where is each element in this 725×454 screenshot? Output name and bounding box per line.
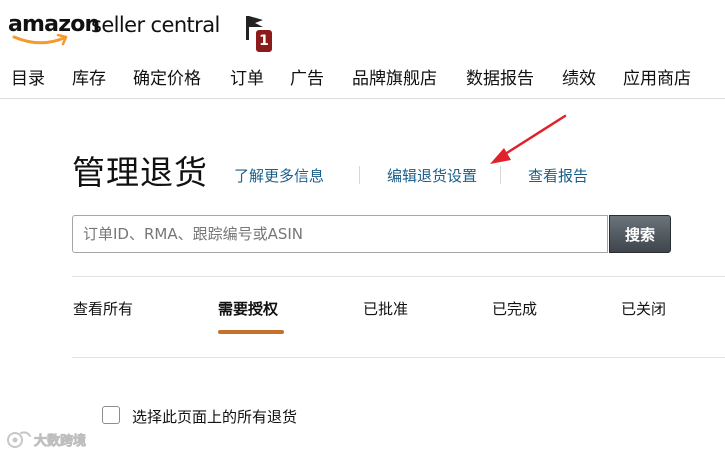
amazon-seller-central-logo[interactable]: amazon seller central <box>8 12 223 46</box>
select-all-checkbox[interactable] <box>102 406 120 424</box>
tab-approved[interactable]: 已批准 <box>363 298 408 319</box>
section-divider <box>72 276 725 277</box>
annotation-arrow-icon <box>490 114 567 164</box>
nav-item-appstore[interactable]: 应用商店 <box>623 64 691 89</box>
tab-view-all[interactable]: 查看所有 <box>73 298 133 319</box>
nav-item-reports[interactable]: 数据报告 <box>466 64 534 89</box>
main-navigation: 目录 库存 确定价格 订单 广告 品牌旗舰店 数据报告 绩效 应用商店 <box>0 58 725 99</box>
nav-item-advertising[interactable]: 广告 <box>290 64 324 89</box>
logo-product-text: seller central <box>91 13 220 37</box>
link-separator <box>359 166 360 184</box>
nav-item-pricing[interactable]: 确定价格 <box>133 64 201 89</box>
watermark: 大数跨境 <box>6 428 101 450</box>
view-report-link[interactable]: 查看报告 <box>528 165 588 186</box>
tab-completed[interactable]: 已完成 <box>492 298 537 319</box>
tab-authorization-required[interactable]: 需要授权 <box>218 298 278 319</box>
manage-returns-page: amazon seller central 1 目录 库存 确定价格 订单 广告… <box>0 0 725 454</box>
learn-more-link[interactable]: 了解更多信息 <box>234 165 324 186</box>
nav-item-catalog[interactable]: 目录 <box>11 64 45 89</box>
select-all-label: 选择此页面上的所有退货 <box>132 408 298 426</box>
nav-item-performance[interactable]: 绩效 <box>562 64 596 89</box>
tab-closed[interactable]: 已关闭 <box>621 298 666 319</box>
returns-search-input[interactable] <box>72 215 608 253</box>
nav-item-inventory[interactable]: 库存 <box>72 64 106 89</box>
active-tab-indicator <box>218 330 284 334</box>
search-button[interactable]: 搜索 <box>609 215 671 253</box>
edit-return-settings-link[interactable]: 编辑退货设置 <box>387 165 477 186</box>
watermark-text: 大数跨境 <box>34 434 87 450</box>
watermark-logo-icon <box>7 431 31 448</box>
nav-item-brand-stores[interactable]: 品牌旗舰店 <box>352 64 437 89</box>
notifications-flag[interactable]: 1 <box>243 14 273 54</box>
amazon-smile-icon <box>12 34 68 46</box>
tabs-divider <box>72 357 725 358</box>
page-title: 管理退货 <box>72 153 208 192</box>
nav-item-orders[interactable]: 订单 <box>230 64 264 89</box>
notification-count-badge: 1 <box>256 30 272 52</box>
link-separator <box>500 166 501 184</box>
